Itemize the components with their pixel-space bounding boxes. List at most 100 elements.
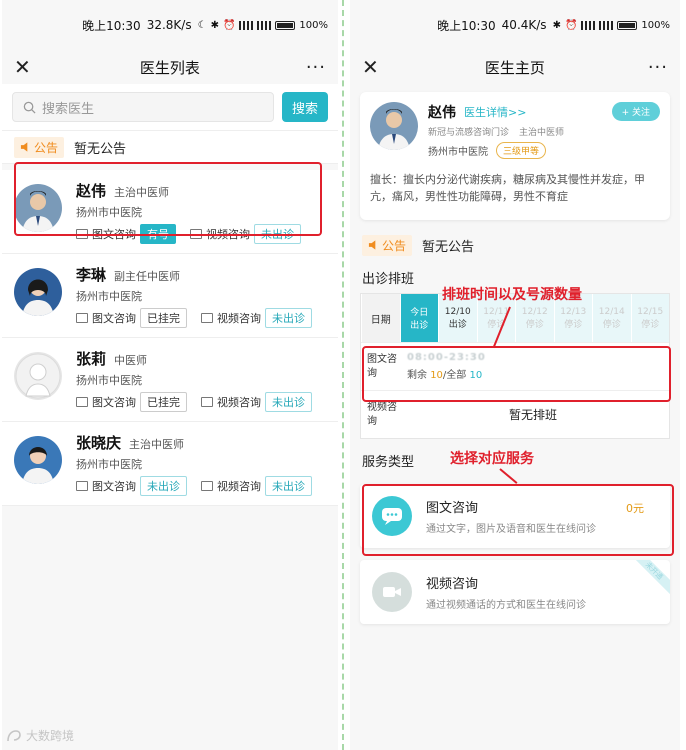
schedule-day-status: 出诊 xyxy=(410,321,429,331)
status-badge: 未出诊 xyxy=(140,476,187,496)
doctor-hospital: 扬州市中医院 xyxy=(76,206,142,219)
schedule-row-label: 图文咨询 xyxy=(367,353,397,379)
doctor-hospital: 扬州市中医院 xyxy=(76,458,142,471)
service-text-consult[interactable]: 图文咨询 通过文字，图片及语音和医生在线问诊 0元 xyxy=(360,484,670,548)
notice-tag-label: 公告 xyxy=(382,238,407,253)
doctor-list-screen: 晚上10:30 32.8K/s ☾ ✱ ⏰ 100% ✕ 医生列表 ··· 搜索… xyxy=(2,0,338,750)
schedule-row-text[interactable]: 图文咨询 08:00-23:30 剩余 10/全部 10 xyxy=(361,342,669,390)
signal-icon xyxy=(599,20,614,30)
doctor-list-item[interactable]: 李琳 副主任中医师 扬州市中医院 图文咨询 已挂完 视频咨询 未出诊 xyxy=(2,254,338,338)
schedule-day-status: 停诊 xyxy=(641,319,660,330)
service-price: 0元 xyxy=(626,502,644,515)
status-speed: 40.4K/s xyxy=(501,18,547,32)
status-badge: 未出诊 xyxy=(265,476,312,496)
signal-icon xyxy=(257,20,272,30)
battery-icon xyxy=(617,20,638,30)
doctor-title: 主治中医师 xyxy=(114,186,170,199)
battery-level: 100% xyxy=(641,19,670,31)
schedule-day-date: 12/12 xyxy=(521,306,548,317)
search-placeholder: 搜索医生 xyxy=(42,101,95,117)
search-button[interactable]: 搜索 xyxy=(281,92,328,122)
battery-icon xyxy=(275,20,296,30)
split-divider xyxy=(342,0,344,750)
more-icon[interactable]: ··· xyxy=(648,57,668,78)
image-icon xyxy=(76,313,88,323)
doctor-name: 张晓庆 xyxy=(76,434,122,452)
doctor-list-item[interactable]: 张莉 中医师 扬州市中医院 图文咨询 已挂完 视频咨询 未出诊 xyxy=(2,338,338,422)
doctor-list-item[interactable]: 赵伟 主治中医师 扬州市中医院 图文咨询 有号 视频咨询 未出诊 xyxy=(2,170,338,254)
schedule-day[interactable]: 今日 出诊 xyxy=(399,294,438,342)
signal-icon xyxy=(239,20,254,30)
schedule-day[interactable]: 12/15 停诊 xyxy=(630,294,669,342)
status-speed: 32.8K/s xyxy=(146,18,192,32)
status-badge: 未出诊 xyxy=(254,224,301,244)
nav-bar: ✕ 医生主页 ··· xyxy=(350,50,680,84)
annotation-service: 选择对应服务 xyxy=(450,451,534,467)
service-desc: 通过文字，图片及语音和医生在线问诊 xyxy=(426,524,596,535)
slots-mid: /全部 xyxy=(442,370,470,381)
schedule-date-label: 日期 xyxy=(361,294,400,342)
close-icon[interactable]: ✕ xyxy=(14,55,34,79)
ribbon-label: 未开通 xyxy=(636,560,670,594)
doctor-list-item[interactable]: 张晓庆 主治中医师 扬州市中医院 图文咨询 未出诊 视频咨询 未出诊 xyxy=(2,422,338,506)
doctor-detail-link[interactable]: 医生详情>> xyxy=(464,104,526,120)
service-name: 图文咨询 xyxy=(426,501,479,516)
alarm-icon: ⏰ xyxy=(222,19,236,31)
doctor-title: 主治中医师 xyxy=(519,128,565,138)
image-icon xyxy=(76,397,88,407)
schedule-day-date: 今日 xyxy=(410,308,429,318)
signal-icon xyxy=(581,20,596,30)
bluetooth-icon: ✱ xyxy=(210,19,219,31)
status-icons: ✱ ⏰ 100% xyxy=(553,20,670,31)
notice-text: 暂无公告 xyxy=(422,239,475,255)
watermark: 大数跨境 xyxy=(6,727,74,744)
service-label: 图文咨询 xyxy=(92,480,136,493)
avatar xyxy=(14,352,62,400)
notice-tag-label: 公告 xyxy=(34,140,59,155)
page-title: 医生列表 xyxy=(139,58,200,77)
doctor-name: 李琳 xyxy=(76,266,107,284)
search-row: 搜索医生 搜索 xyxy=(2,84,338,130)
status-bar: 晚上10:30 40.4K/s ✱ ⏰ 100% xyxy=(350,0,680,50)
close-icon[interactable]: ✕ xyxy=(362,55,382,79)
avatar xyxy=(370,102,418,150)
doctor-title: 主治中医师 xyxy=(129,438,185,451)
status-ribbon: 未开通 xyxy=(636,560,670,594)
avatar xyxy=(14,268,62,316)
doctor-title: 中医师 xyxy=(114,354,148,367)
schedule-day-date: 12/10 xyxy=(444,306,471,317)
doctor-hospital: 扬州市中医院 xyxy=(76,290,142,303)
schedule-table: 日期 今日 出诊 12/10 出诊 12/11 停诊 12/12 停诊 12/13 停诊 … xyxy=(360,293,670,439)
status-icons: ☾ ✱ ⏰ 100% xyxy=(198,20,328,31)
follow-button[interactable]: + 关注 xyxy=(611,102,660,121)
image-icon xyxy=(76,229,88,239)
bluetooth-icon: ✱ xyxy=(552,19,561,31)
watermark-text: 大数跨境 xyxy=(26,729,75,743)
video-icon xyxy=(201,397,213,407)
status-time: 晚上10:30 xyxy=(82,18,141,33)
schedule-day[interactable]: 12/14 停诊 xyxy=(592,294,631,342)
notice-tag: 公告 xyxy=(362,234,413,256)
notice-bar: 公告 暂无公告 xyxy=(350,228,680,262)
schedule-row-video: 视频咨询 暂无排班 xyxy=(361,390,669,438)
schedule-row-label: 视频咨询 xyxy=(367,401,397,427)
watermark-logo-icon xyxy=(7,729,21,741)
moon-icon: ☾ xyxy=(197,19,207,31)
status-badge[interactable]: 有号 xyxy=(140,224,176,244)
search-input[interactable]: 搜索医生 xyxy=(12,92,274,122)
notice-text: 暂无公告 xyxy=(74,141,127,157)
notice-tag: 公告 xyxy=(14,136,65,158)
schedule-day-date: 12/14 xyxy=(598,306,625,317)
slots-total: 10 xyxy=(469,370,483,381)
schedule-day-status: 停诊 xyxy=(602,319,621,330)
status-badge: 已挂完 xyxy=(140,308,187,328)
service-label: 图文咨询 xyxy=(92,396,136,409)
service-video-consult: 视频咨询 通过视频通话的方式和医生在线问诊 未开通 xyxy=(360,560,670,624)
doctor-hospital: 扬州市中医院 xyxy=(428,147,488,158)
doctor-name: 张莉 xyxy=(76,350,107,368)
video-camera-icon xyxy=(372,572,412,612)
doctor-name: 赵伟 xyxy=(428,105,456,121)
more-icon[interactable]: ··· xyxy=(306,57,326,78)
chat-icon xyxy=(372,496,412,536)
doctor-profile-card: 赵伟 医生详情>> 新冠与流感咨询门诊 主治中医师 扬州市中医院 三级甲等 + … xyxy=(360,92,670,220)
